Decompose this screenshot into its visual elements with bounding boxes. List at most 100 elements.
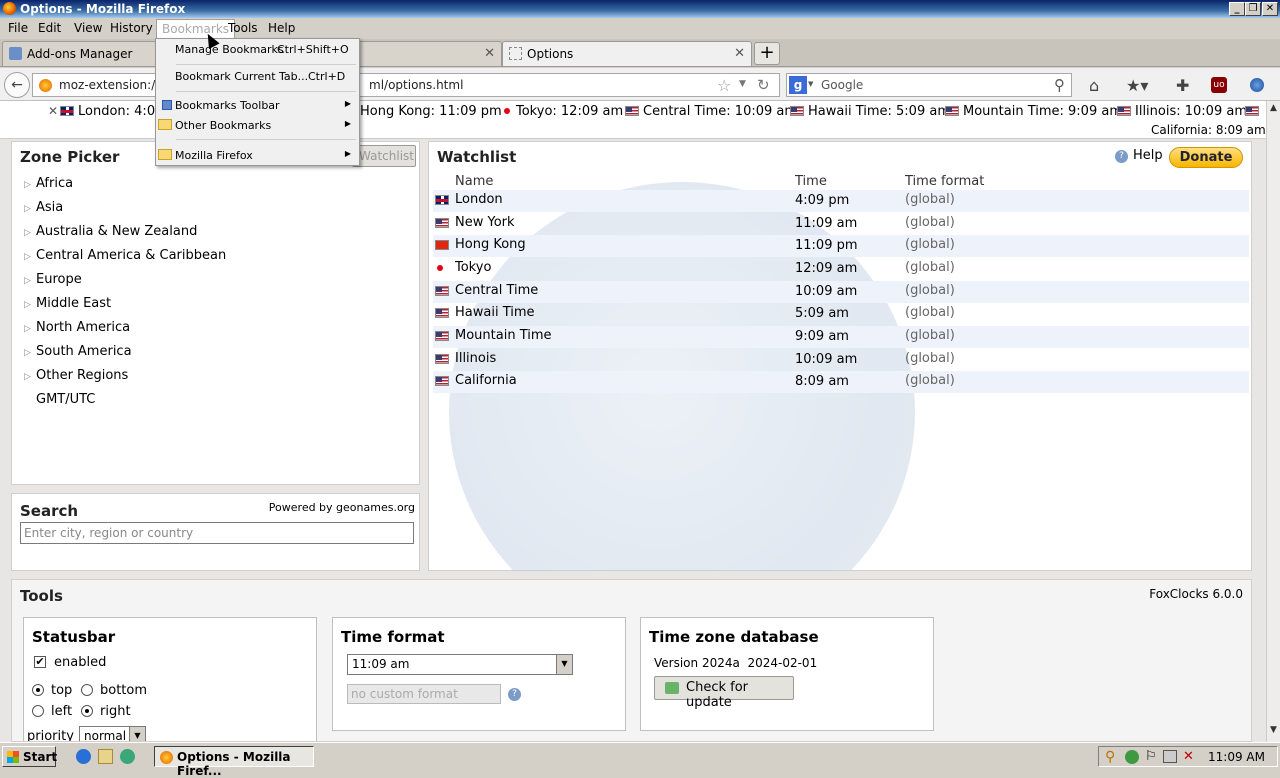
watchlist-row[interactable]: California 8:09 am (global) <box>433 371 1249 393</box>
bookmarks-menu-icon[interactable]: ★▾ <box>1126 76 1148 95</box>
right-radio[interactable] <box>81 705 93 717</box>
watchlist-row[interactable]: Central Time 10:09 am (global) <box>433 281 1249 303</box>
home-icon[interactable]: ⌂ <box>1089 76 1099 95</box>
watchlist-row[interactable]: Hawaii Time 5:09 am (global) <box>433 303 1249 325</box>
network-icon[interactable] <box>1125 750 1139 764</box>
vertical-scrollbar[interactable]: ▲ ▼ <box>1266 101 1280 742</box>
volume-muted-icon[interactable]: ✕ <box>1183 749 1194 764</box>
menu-item-manage-bookmarks[interactable]: Manage Bookmarks Ctrl+Shift+O <box>156 40 359 60</box>
clock-california[interactable]: California: 8:09 am <box>1151 123 1266 137</box>
url-bar[interactable]: moz-extension://41 ml/options.html ☆ ▼ ↻ <box>32 73 780 97</box>
clock-london[interactable]: London: 4:09 <box>60 104 163 119</box>
menu-item-bookmarks-toolbar[interactable]: Bookmarks Toolbar ▶ <box>156 96 359 116</box>
region-australia-nz[interactable]: ▷ Australia & New Zealand <box>24 224 197 239</box>
help-icon[interactable]: ? <box>508 688 521 701</box>
region-south-america[interactable]: ▷ South America <box>24 344 132 359</box>
scroll-up-icon[interactable]: ▲ <box>1267 103 1280 117</box>
region-central-america[interactable]: ▷ Central America & Caribbean <box>24 248 226 263</box>
restore-button[interactable]: ❐ <box>1245 2 1261 16</box>
flag-icon[interactable]: ⚐ <box>1145 749 1157 764</box>
close-tab-icon[interactable]: ✕ <box>734 46 745 61</box>
top-radio[interactable] <box>32 684 44 696</box>
zone-picker-panel: Zone Picker Watchlist ▷ Africa ▷ Asia ▷ Aus… <box>11 141 420 485</box>
region-africa[interactable]: ▷ Africa <box>24 176 73 191</box>
watchlist-row[interactable]: Illinois 10:09 am (global) <box>433 349 1249 371</box>
enabled-checkbox[interactable]: ✔ <box>34 656 46 668</box>
region-other[interactable]: ▷ Other Regions <box>24 368 128 383</box>
close-window-button[interactable]: ✕ <box>1262 2 1278 16</box>
menu-item-label: Bookmarks Toolbar <box>175 99 280 112</box>
clock-mountain-time[interactable]: Mountain Time: 9:09 am <box>945 104 1122 119</box>
region-asia[interactable]: ▷ Asia <box>24 200 63 215</box>
close-tab-icon[interactable]: ✕ <box>484 46 495 61</box>
watchlist-row[interactable]: Hong Kong 11:09 pm (global) <box>433 235 1249 257</box>
add-to-watchlist-button[interactable]: Watchlist <box>352 145 416 167</box>
watchlist-row[interactable]: Tokyo 12:09 am (global) <box>433 258 1249 280</box>
monitor-icon[interactable] <box>1163 750 1177 763</box>
menu-separator <box>176 64 356 65</box>
menu-edit[interactable]: Edit <box>34 21 65 35</box>
search-icon[interactable]: ⚲ <box>1054 76 1065 94</box>
google-icon[interactable]: g <box>789 76 807 94</box>
new-tab-button[interactable]: + <box>754 42 780 65</box>
menu-item-other-bookmarks[interactable]: Other Bookmarks ▶ <box>156 116 359 136</box>
region-europe[interactable]: ▷ Europe <box>24 272 82 287</box>
minimize-button[interactable]: _ <box>1229 2 1245 16</box>
check-button-label: Check for update <box>686 680 748 710</box>
menu-help[interactable]: Help <box>264 21 299 35</box>
menu-history[interactable]: History <box>106 21 157 35</box>
ublock-icon[interactable]: uo <box>1211 77 1227 93</box>
tab-options[interactable]: Options ✕ <box>502 41 752 66</box>
menu-view[interactable]: View <box>70 21 106 35</box>
scroll-down-icon[interactable]: ▼ <box>1267 725 1280 739</box>
reload-icon[interactable]: ↻ <box>757 76 770 94</box>
bottom-radio[interactable] <box>81 684 93 696</box>
back-button[interactable]: ← <box>4 72 30 98</box>
clock-hawaii-time[interactable]: Hawaii Time: 5:09 am <box>790 104 950 119</box>
magnifier-icon[interactable]: ⚲ <box>1105 749 1115 765</box>
close-clockbar-icon[interactable]: ✕ <box>48 104 58 118</box>
watchlist-panel: Watchlist ? Help Donate Name Time Time f… <box>428 141 1252 571</box>
hong-kong-flag-icon <box>435 240 449 250</box>
menu-tools[interactable]: Tools <box>224 21 262 35</box>
taskbar-item-firefox[interactable]: Options - Mozilla Firef... <box>154 746 314 778</box>
location-search-input[interactable]: Enter city, region or country <box>20 522 414 544</box>
help-icon[interactable]: ? <box>1115 150 1128 163</box>
dropdown-icon[interactable]: ▼ <box>739 79 746 89</box>
help-link[interactable]: Help <box>1133 148 1163 163</box>
column-header-name[interactable]: Name <box>455 174 493 189</box>
donate-button[interactable]: Donate <box>1169 147 1243 168</box>
bookmark-star-icon[interactable]: ☆ <box>717 76 731 95</box>
watchlist-row[interactable]: London 4:09 pm (global) <box>433 190 1249 212</box>
clock-central-time[interactable]: Central Time: 10:09 am <box>625 104 797 119</box>
watchlist-row[interactable]: New York 11:09 am (global) <box>433 213 1249 235</box>
right-label: right <box>100 704 131 719</box>
check-for-update-button[interactable]: Check for update <box>654 676 794 710</box>
search-bar[interactable]: g ▼ Google ⚲ <box>786 73 1072 97</box>
addons-icon[interactable]: ✚ <box>1176 76 1189 95</box>
menu-item-mozilla-firefox[interactable]: Mozilla Firefox ▶ <box>156 146 359 166</box>
custom-format-input[interactable]: no custom format <box>347 684 501 704</box>
watchlist-row[interactable]: Mountain Time 9:09 am (global) <box>433 326 1249 348</box>
time-format-select[interactable]: 11:09 am ▼ <box>347 654 573 675</box>
start-button[interactable]: Start <box>2 746 57 767</box>
menu-item-bookmark-current-tab[interactable]: Bookmark Current Tab... Ctrl+D <box>156 67 359 87</box>
clock-tokyo[interactable]: Tokyo: 12:09 am <box>502 104 623 119</box>
clock-hong-kong[interactable]: Hong Kong: 11:09 pm <box>360 104 502 119</box>
foxclocks-globe-icon[interactable] <box>1250 78 1264 92</box>
notepad-icon[interactable] <box>98 749 113 764</box>
ie-icon[interactable] <box>76 749 91 764</box>
region-middle-east[interactable]: ▷ Middle East <box>24 296 111 311</box>
left-radio[interactable] <box>32 705 44 717</box>
column-header-time[interactable]: Time <box>795 174 827 189</box>
region-north-america[interactable]: ▷ North America <box>24 320 130 335</box>
priority-select[interactable]: normal ▼ <box>79 726 146 741</box>
clock-illinois[interactable]: Illinois: 10:09 am <box>1117 104 1247 119</box>
chevron-down-icon: ▼ <box>129 727 145 741</box>
clock-time[interactable]: 11:09 AM <box>1208 750 1265 764</box>
column-header-time-format[interactable]: Time format <box>905 174 984 189</box>
engine-dropdown-icon[interactable]: ▼ <box>808 80 813 88</box>
region-gmt-utc[interactable]: GMT/UTC <box>24 392 95 407</box>
quicklaunch-icon[interactable] <box>120 749 135 764</box>
menu-file[interactable]: File <box>4 21 32 35</box>
